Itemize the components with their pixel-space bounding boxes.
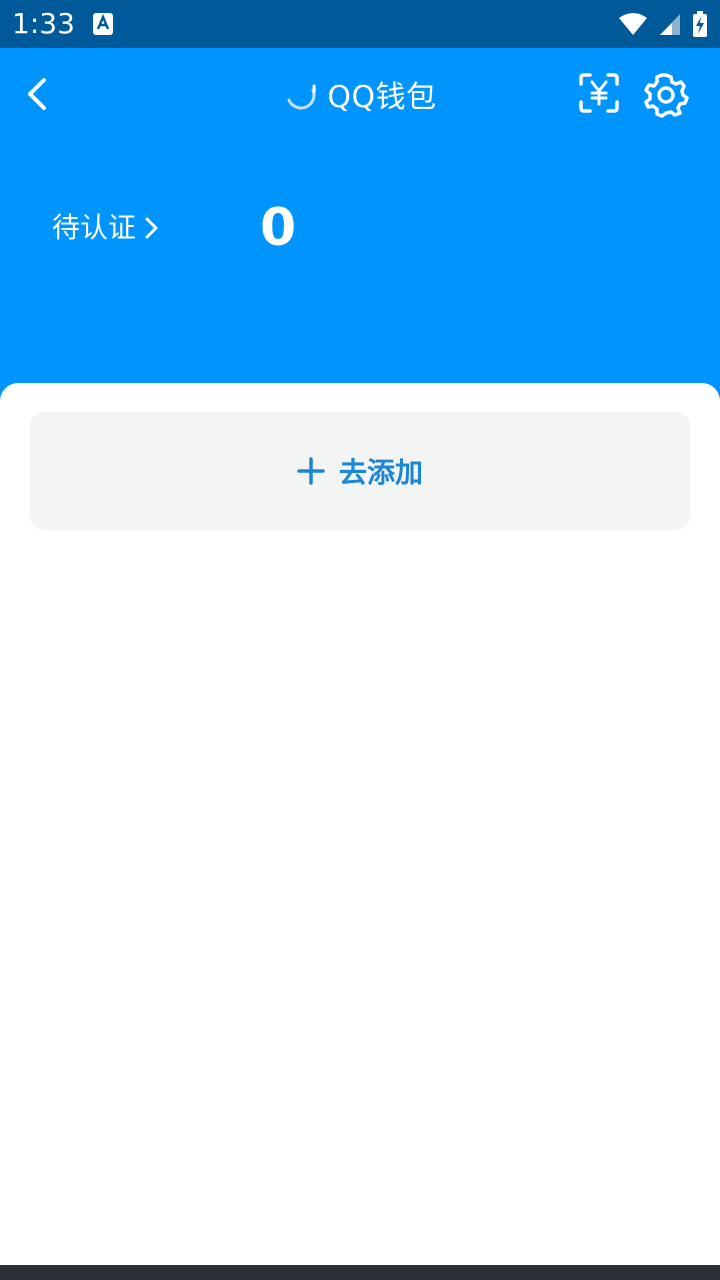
loading-spinner-icon [287, 84, 317, 110]
battery-charging-icon [693, 11, 707, 37]
chevron-right-icon [145, 217, 158, 239]
plus-icon [297, 457, 325, 485]
balance-amount: 0 [260, 198, 297, 258]
scan-yen-icon[interactable] [578, 72, 620, 114]
page-title: QQ钱包 [327, 80, 437, 115]
wallet-header: QQ钱包 待认证 0 [0, 48, 720, 408]
content-sheet: 去添加 [0, 383, 720, 1265]
wifi-icon [619, 13, 647, 35]
accessibility-a-icon [93, 13, 113, 35]
status-bar: 1:33 [0, 0, 720, 48]
signal-icon [660, 14, 680, 35]
add-button-label: 去添加 [338, 456, 423, 489]
add-button[interactable]: 去添加 [30, 412, 690, 530]
system-navigation-bar [0, 1265, 720, 1280]
status-icons [618, 10, 708, 38]
status-time: 1:33 [12, 7, 75, 40]
pending-verification-link[interactable]: 待认证 [52, 208, 160, 248]
gear-icon[interactable] [643, 72, 689, 118]
pending-verification-label: 待认证 [52, 211, 137, 244]
